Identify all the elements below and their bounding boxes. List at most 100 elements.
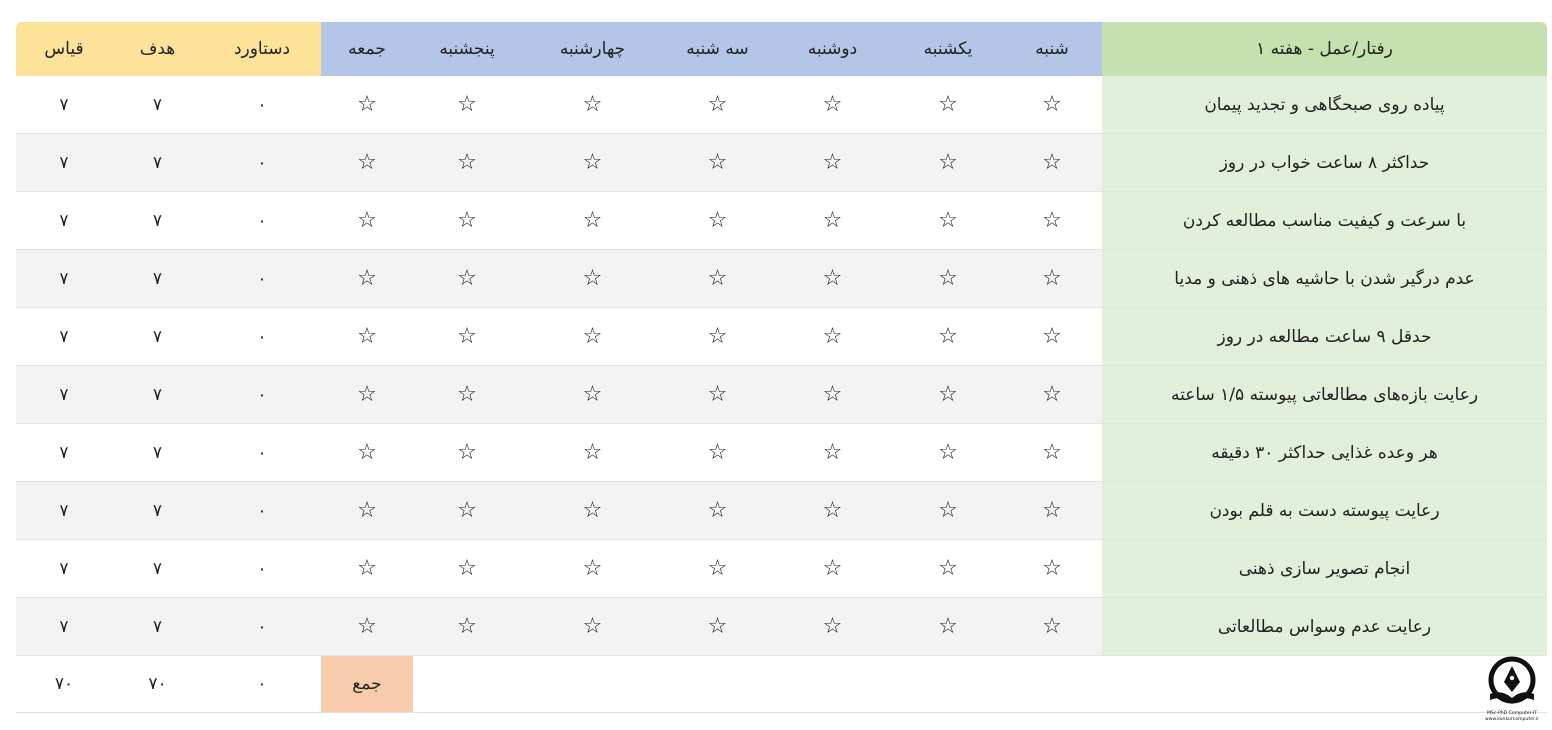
star-cell-tuesday[interactable]: ☆ [664,481,771,540]
star-icon[interactable]: ☆ [938,92,958,117]
star-cell-wednesday[interactable]: ☆ [521,423,664,482]
star-icon[interactable]: ☆ [457,498,477,523]
star-icon[interactable]: ☆ [1042,556,1062,581]
star-cell-saturday[interactable]: ☆ [1002,307,1102,366]
star-cell-tuesday[interactable]: ☆ [664,539,771,598]
star-icon[interactable]: ☆ [357,498,377,523]
star-icon[interactable]: ☆ [583,440,603,465]
star-cell-sunday[interactable]: ☆ [894,307,1002,366]
star-cell-thursday[interactable]: ☆ [413,76,521,134]
star-cell-monday[interactable]: ☆ [771,249,894,308]
star-icon[interactable]: ☆ [583,150,603,175]
star-cell-friday[interactable]: ☆ [321,249,413,308]
star-icon[interactable]: ☆ [938,324,958,349]
star-icon[interactable]: ☆ [938,208,958,233]
star-icon[interactable]: ☆ [1042,208,1062,233]
star-cell-thursday[interactable]: ☆ [413,307,521,366]
star-icon[interactable]: ☆ [583,382,603,407]
star-cell-monday[interactable]: ☆ [771,76,894,134]
star-icon[interactable]: ☆ [1042,440,1062,465]
star-cell-tuesday[interactable]: ☆ [664,423,771,482]
star-cell-thursday[interactable]: ☆ [413,133,521,192]
star-icon[interactable]: ☆ [457,324,477,349]
star-icon[interactable]: ☆ [823,498,843,523]
star-icon[interactable]: ☆ [708,382,728,407]
star-cell-monday[interactable]: ☆ [771,539,894,598]
star-cell-monday[interactable]: ☆ [771,133,894,192]
star-cell-tuesday[interactable]: ☆ [664,191,771,250]
star-icon[interactable]: ☆ [583,266,603,291]
star-cell-saturday[interactable]: ☆ [1002,597,1102,656]
star-cell-monday[interactable]: ☆ [771,307,894,366]
star-icon[interactable]: ☆ [457,382,477,407]
star-icon[interactable]: ☆ [823,440,843,465]
star-cell-thursday[interactable]: ☆ [413,423,521,482]
star-icon[interactable]: ☆ [457,614,477,639]
star-icon[interactable]: ☆ [823,614,843,639]
star-cell-thursday[interactable]: ☆ [413,191,521,250]
star-cell-monday[interactable]: ☆ [771,365,894,424]
star-icon[interactable]: ☆ [457,266,477,291]
star-icon[interactable]: ☆ [1042,92,1062,117]
star-icon[interactable]: ☆ [357,556,377,581]
star-icon[interactable]: ☆ [1042,266,1062,291]
star-icon[interactable]: ☆ [708,556,728,581]
star-cell-sunday[interactable]: ☆ [894,481,1002,540]
star-cell-monday[interactable]: ☆ [771,191,894,250]
star-icon[interactable]: ☆ [583,556,603,581]
star-cell-wednesday[interactable]: ☆ [521,365,664,424]
star-cell-wednesday[interactable]: ☆ [521,539,664,598]
star-cell-sunday[interactable]: ☆ [894,76,1002,134]
star-icon[interactable]: ☆ [823,556,843,581]
star-cell-friday[interactable]: ☆ [321,191,413,250]
star-icon[interactable]: ☆ [357,440,377,465]
star-cell-saturday[interactable]: ☆ [1002,481,1102,540]
star-icon[interactable]: ☆ [708,208,728,233]
star-icon[interactable]: ☆ [708,614,728,639]
star-cell-monday[interactable]: ☆ [771,481,894,540]
star-icon[interactable]: ☆ [357,614,377,639]
star-icon[interactable]: ☆ [938,150,958,175]
star-icon[interactable]: ☆ [708,324,728,349]
star-icon[interactable]: ☆ [823,266,843,291]
star-cell-tuesday[interactable]: ☆ [664,76,771,134]
star-cell-tuesday[interactable]: ☆ [664,365,771,424]
star-cell-wednesday[interactable]: ☆ [521,597,664,656]
star-icon[interactable]: ☆ [583,324,603,349]
star-icon[interactable]: ☆ [457,208,477,233]
star-icon[interactable]: ☆ [938,498,958,523]
star-icon[interactable]: ☆ [457,150,477,175]
star-cell-friday[interactable]: ☆ [321,365,413,424]
star-cell-sunday[interactable]: ☆ [894,133,1002,192]
star-cell-sunday[interactable]: ☆ [894,539,1002,598]
star-icon[interactable]: ☆ [583,614,603,639]
star-icon[interactable]: ☆ [938,382,958,407]
star-cell-tuesday[interactable]: ☆ [664,597,771,656]
star-icon[interactable]: ☆ [708,498,728,523]
star-cell-friday[interactable]: ☆ [321,597,413,656]
star-cell-thursday[interactable]: ☆ [413,481,521,540]
star-icon[interactable]: ☆ [457,92,477,117]
star-cell-wednesday[interactable]: ☆ [521,191,664,250]
star-cell-friday[interactable]: ☆ [321,539,413,598]
star-cell-friday[interactable]: ☆ [321,133,413,192]
star-cell-friday[interactable]: ☆ [321,423,413,482]
star-icon[interactable]: ☆ [583,92,603,117]
star-cell-tuesday[interactable]: ☆ [664,249,771,308]
star-cell-saturday[interactable]: ☆ [1002,191,1102,250]
star-cell-saturday[interactable]: ☆ [1002,133,1102,192]
star-icon[interactable]: ☆ [938,440,958,465]
star-icon[interactable]: ☆ [583,208,603,233]
star-icon[interactable]: ☆ [938,614,958,639]
star-cell-wednesday[interactable]: ☆ [521,481,664,540]
star-icon[interactable]: ☆ [357,382,377,407]
star-cell-wednesday[interactable]: ☆ [521,249,664,308]
star-icon[interactable]: ☆ [823,150,843,175]
star-cell-thursday[interactable]: ☆ [413,249,521,308]
star-icon[interactable]: ☆ [1042,382,1062,407]
star-cell-friday[interactable]: ☆ [321,76,413,134]
star-icon[interactable]: ☆ [457,556,477,581]
star-cell-tuesday[interactable]: ☆ [664,133,771,192]
star-cell-wednesday[interactable]: ☆ [521,133,664,192]
star-cell-wednesday[interactable]: ☆ [521,76,664,134]
